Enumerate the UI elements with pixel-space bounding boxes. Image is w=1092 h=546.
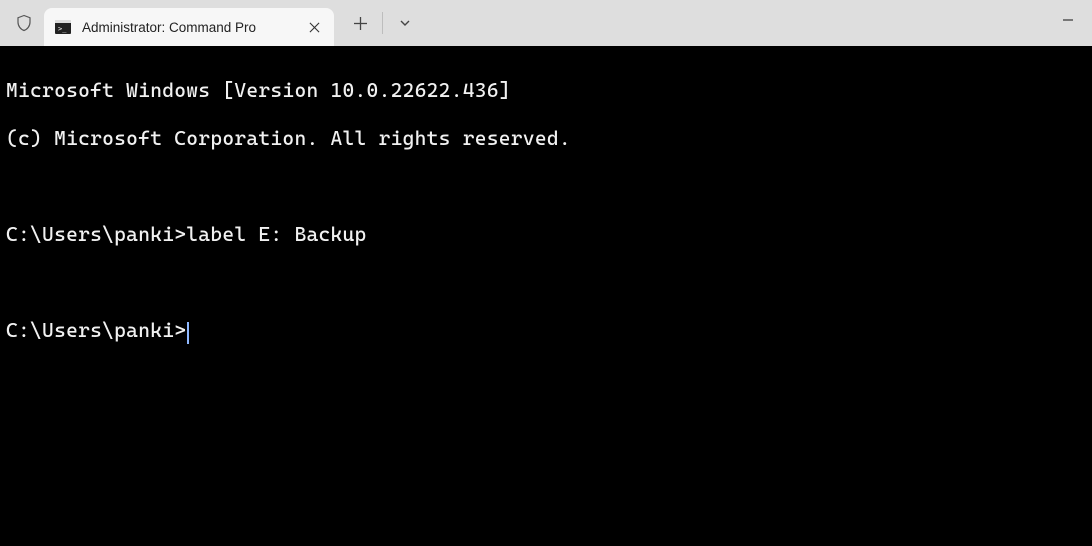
titlebar-tab-actions: [340, 4, 425, 42]
terminal-line: Microsoft Windows [Version 10.0.22622.43…: [6, 78, 1086, 102]
svg-text:>_: >_: [58, 25, 67, 33]
terminal-line: (c) Microsoft Corporation. All rights re…: [6, 126, 1086, 150]
tab-dropdown-button[interactable]: [385, 4, 425, 42]
terminal-line: C:\Users\panki>label E: Backup: [6, 222, 1086, 246]
window-controls: [1044, 0, 1092, 40]
tab-title: Administrator: Command Pro: [82, 20, 292, 35]
minimize-button[interactable]: [1044, 0, 1092, 40]
terminal-blank: [6, 270, 1086, 294]
terminal-line: C:\Users\panki>: [6, 318, 1086, 342]
command-text: label E: Backup: [186, 222, 366, 246]
copyright-text: (c) Microsoft Corporation. All rights re…: [6, 126, 571, 150]
tab-close-button[interactable]: [302, 15, 326, 39]
divider: [382, 12, 383, 34]
prompt-text: C:\Users\panki>: [6, 222, 186, 246]
tab-command-prompt[interactable]: >_ Administrator: Command Pro: [44, 8, 334, 46]
shield-icon: [14, 13, 34, 33]
cmd-icon: >_: [54, 18, 72, 36]
cursor: [187, 322, 189, 344]
new-tab-button[interactable]: [340, 4, 380, 42]
version-text: Microsoft Windows [Version 10.0.22622.43…: [6, 78, 511, 102]
terminal-output[interactable]: Microsoft Windows [Version 10.0.22622.43…: [0, 46, 1092, 546]
prompt-text: C:\Users\panki>: [6, 318, 186, 342]
titlebar: >_ Administrator: Command Pro: [0, 0, 1092, 46]
terminal-blank: [6, 174, 1086, 198]
